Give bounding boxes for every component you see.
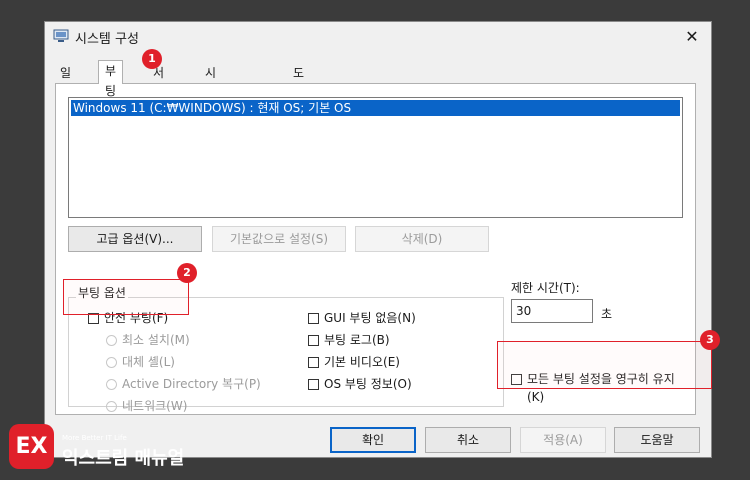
title-bar: 시스템 구성 ✕ [45, 22, 711, 52]
base-video-label: 기본 비디오(E) [324, 355, 400, 369]
boot-log-checkbox[interactable]: 부팅 로그(B) [308, 333, 390, 347]
radio-circle [106, 379, 117, 390]
persist-settings-shortcut: (K) [527, 390, 545, 404]
timeout-input[interactable]: 30 [511, 299, 593, 323]
radio-ad-repair-label: Active Directory 복구(P) [122, 377, 261, 391]
radio-ad-repair[interactable]: Active Directory 복구(P) [106, 377, 261, 391]
os-boot-info-label: OS 부팅 정보(O) [324, 377, 412, 391]
close-icon: ✕ [685, 27, 699, 46]
base-video-checkbox[interactable]: 기본 비디오(E) [308, 355, 400, 369]
window-title: 시스템 구성 [75, 32, 139, 47]
tab-boot[interactable]: 부팅 [98, 60, 124, 98]
no-gui-boot-label: GUI 부팅 없음(N) [324, 311, 416, 325]
delete-button[interactable]: 삭제(D) [355, 226, 489, 252]
radio-network[interactable]: 네트워크(W) [106, 399, 187, 413]
close-button[interactable]: ✕ [681, 26, 703, 48]
annotation-badge-1: 1 [142, 49, 162, 69]
logo-name: 익스트림 매뉴얼 [62, 448, 185, 469]
os-list[interactable]: Windows 11 (C:₩WINDOWS) : 현재 OS; 기본 OS [68, 97, 683, 218]
timeout-unit: 초 [601, 307, 613, 321]
advanced-options-button[interactable]: 고급 옵션(V)... [68, 226, 202, 252]
annotation-badge-2: 2 [177, 263, 197, 283]
radio-network-label: 네트워크(W) [122, 399, 188, 413]
checkbox-box [308, 313, 319, 324]
no-gui-boot-checkbox[interactable]: GUI 부팅 없음(N) [308, 311, 416, 325]
annotation-highlight-persist [497, 341, 712, 389]
logo-tagline: More Better IT Life [62, 434, 127, 442]
tab-tools[interactable]: 도구 [286, 62, 311, 100]
annotation-highlight-safe-boot [63, 279, 189, 315]
os-boot-info-checkbox[interactable]: OS 부팅 정보(O) [308, 377, 412, 391]
radio-alternate-shell[interactable]: 대체 셸(L) [106, 355, 175, 369]
set-default-button[interactable]: 기본값으로 설정(S) [212, 226, 346, 252]
radio-minimal[interactable]: 최소 설치(M) [106, 333, 190, 347]
cancel-button[interactable]: 취소 [425, 427, 511, 453]
boot-log-label: 부팅 로그(B) [324, 333, 390, 347]
radio-circle [106, 335, 117, 346]
checkbox-box [308, 335, 319, 346]
timeout-label: 제한 시간(T): [511, 281, 580, 295]
os-list-item[interactable]: Windows 11 (C:₩WINDOWS) : 현재 OS; 기본 OS [71, 100, 680, 116]
radio-circle [106, 401, 117, 412]
radio-alternate-shell-label: 대체 셸(L) [122, 355, 175, 369]
system-configuration-dialog: 시스템 구성 ✕ 일반 부팅 서비스 시작프로그램 도구 Windows 11 … [44, 21, 712, 458]
tab-general[interactable]: 일반 [53, 62, 78, 100]
checkbox-box [308, 379, 319, 390]
logo-mark-icon: EX [9, 424, 54, 469]
help-button[interactable]: 도움말 [614, 427, 700, 453]
annotation-badge-3: 3 [700, 330, 720, 350]
checkbox-box [308, 357, 319, 368]
tab-startup[interactable]: 시작프로그램 [198, 62, 223, 180]
radio-minimal-label: 최소 설치(M) [122, 333, 190, 347]
ok-button[interactable]: 확인 [330, 427, 416, 453]
apply-button[interactable]: 적용(A) [520, 427, 606, 453]
radio-circle [106, 357, 117, 368]
system-config-icon [53, 29, 69, 42]
